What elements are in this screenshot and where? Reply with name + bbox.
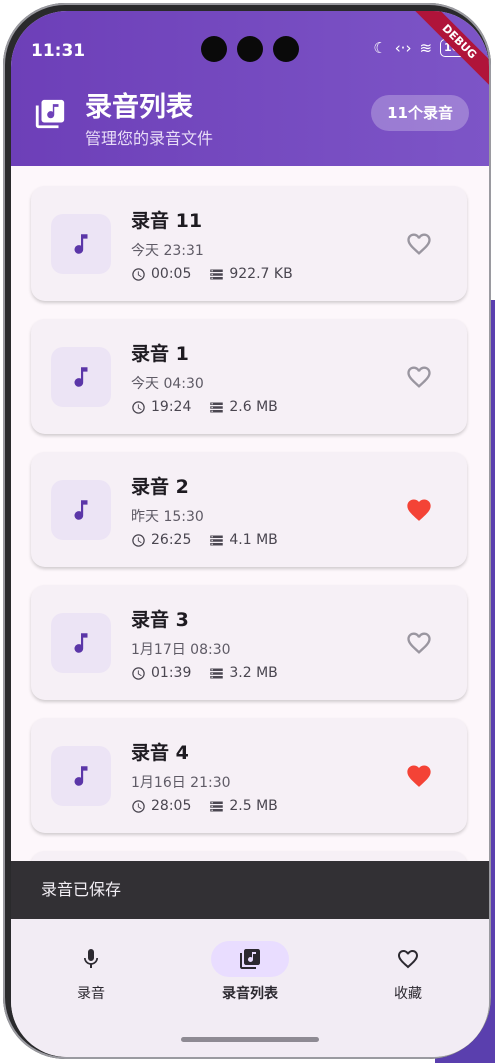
recording-date: 今天 04:30 (131, 376, 204, 392)
recording-size: 2.6 MB (229, 399, 278, 415)
music-note-icon (74, 367, 88, 387)
heart-outline-icon[interactable] (405, 363, 433, 391)
page-subtitle: 管理您的录音文件 (85, 129, 214, 148)
recording-meta: 00:05 922.7 KB (131, 266, 293, 282)
heart-outline-icon[interactable] (405, 629, 433, 657)
camera-lens (201, 36, 227, 62)
snackbar-message: 录音已保存 (41, 880, 122, 899)
recording-name: 录音 2 (131, 476, 189, 498)
recording-meta: 19:24 2.6 MB (131, 399, 278, 415)
moon-icon: ☾ (373, 39, 387, 57)
status-time: 11:31 (31, 41, 86, 61)
recording-thumbnail (51, 214, 111, 274)
heart-outline-icon (398, 950, 418, 969)
music-note-icon (74, 633, 88, 653)
phone-screen: 11:31 ☾ ‹·› ≋ 100 DEBUG 录音列表 管理您的录音文件 11… (11, 11, 489, 1057)
camera-lens (273, 36, 299, 62)
library-music-icon (35, 99, 65, 129)
library-music-icon (240, 949, 260, 969)
recording-name: 录音 3 (131, 609, 189, 631)
storage-icon (210, 269, 224, 279)
recording-date: 1月17日 08:30 (131, 642, 231, 658)
nav-icon-container (52, 941, 130, 977)
recording-card[interactable]: 录音 1 今天 04:30 19:24 2.6 MB (31, 319, 467, 434)
nav-icon-container (369, 941, 447, 977)
recording-thumbnail (51, 480, 111, 540)
recording-name: 录音 1 (131, 343, 189, 365)
recording-duration: 28:05 (151, 798, 192, 814)
recording-card[interactable]: 录音 2 昨天 15:30 26:25 4.1 MB (31, 452, 467, 567)
recording-thumbnail (51, 347, 111, 407)
storage-icon (210, 801, 224, 811)
recording-date: 昨天 15:30 (131, 509, 204, 525)
recording-duration: 00:05 (151, 266, 192, 282)
nav-label: 录音列表 (222, 986, 278, 1002)
recording-card[interactable]: 录音 11 今天 23:31 00:05 922.7 KB (31, 186, 467, 301)
phone-frame: 11:31 ☾ ‹·› ≋ 100 DEBUG 录音列表 管理您的录音文件 11… (3, 3, 491, 1059)
data-transfer-icon: ‹·› (394, 39, 412, 57)
heart-filled-icon[interactable] (405, 762, 433, 790)
recording-thumbnail (51, 613, 111, 673)
clock-icon (132, 267, 145, 281)
nav-label: 录音 (77, 986, 105, 1002)
nav-icon-container (211, 941, 289, 977)
home-indicator[interactable] (181, 1037, 319, 1042)
recording-size: 4.1 MB (229, 532, 278, 548)
camera-lens (237, 36, 263, 62)
app-header: 11:31 ☾ ‹·› ≋ 100 DEBUG 录音列表 管理您的录音文件 11… (11, 11, 489, 166)
storage-icon (210, 668, 224, 678)
clock-icon (132, 799, 145, 813)
heart-filled-icon[interactable] (405, 496, 433, 524)
recording-count-badge: 11个录音 (371, 95, 469, 131)
recording-duration: 26:25 (151, 532, 192, 548)
recording-size: 922.7 KB (229, 266, 293, 282)
recording-card[interactable]: 录音 4 1月16日 21:30 28:05 2.5 MB (31, 718, 467, 833)
music-note-icon (74, 766, 88, 786)
recording-date: 1月16日 21:30 (131, 775, 231, 791)
recording-name: 录音 4 (131, 742, 189, 764)
page-title: 录音列表 (85, 92, 193, 123)
recording-meta: 28:05 2.5 MB (131, 798, 278, 814)
wifi-icon: ≋ (419, 39, 433, 57)
recording-meta: 01:39 3.2 MB (131, 665, 278, 681)
recording-duration: 19:24 (151, 399, 192, 415)
nav-item-record[interactable]: 录音 (31, 941, 151, 1003)
mic-icon (84, 949, 98, 968)
heart-outline-icon[interactable] (405, 230, 433, 258)
recording-meta: 26:25 4.1 MB (131, 532, 278, 548)
snackbar: 录音已保存 (11, 861, 489, 919)
clock-icon (132, 533, 145, 547)
clock-icon (132, 666, 145, 680)
nav-item-favorites[interactable]: 收藏 (348, 941, 468, 1003)
recording-thumbnail (51, 746, 111, 806)
clock-icon (132, 400, 145, 414)
storage-icon (210, 402, 224, 412)
recording-size: 2.5 MB (229, 798, 278, 814)
recording-duration: 01:39 (151, 665, 192, 681)
recording-size: 3.2 MB (229, 665, 278, 681)
nav-label: 收藏 (394, 986, 422, 1002)
storage-icon (210, 535, 224, 545)
recording-date: 今天 23:31 (131, 243, 204, 259)
music-note-icon (74, 500, 88, 520)
nav-item-recording-list[interactable]: 录音列表 (190, 941, 310, 1003)
recording-list[interactable]: 录音 11 今天 23:31 00:05 922.7 KB 录音 1 今天 04:30 1… (11, 166, 489, 866)
music-note-icon (74, 234, 88, 254)
recording-name: 录音 11 (131, 210, 203, 232)
recording-card[interactable]: 录音 3 1月17日 08:30 01:39 3.2 MB (31, 585, 467, 700)
